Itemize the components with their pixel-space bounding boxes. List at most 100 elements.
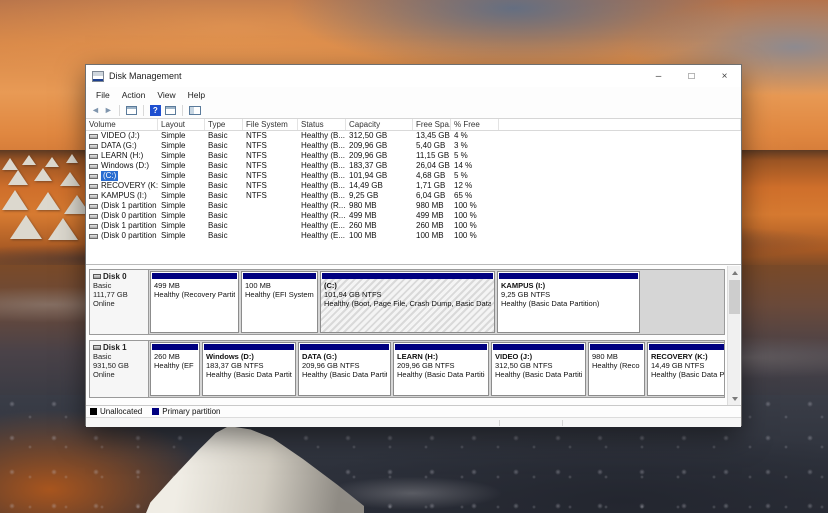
volume-row[interactable]: DATA (G:) Simple Basic NTFS Healthy (B..… (86, 141, 741, 151)
console-tree-icon[interactable] (126, 106, 137, 115)
partition-name: RECOVERY (K:) (651, 352, 724, 361)
minimize-button[interactable]: – (642, 65, 675, 87)
menu-help[interactable]: Help (182, 90, 211, 100)
volume-row[interactable]: RECOVERY (K:) Simple Basic NTFS Healthy … (86, 181, 741, 191)
title-bar[interactable]: Disk Management – □ × (86, 65, 741, 87)
volume-fs (243, 221, 298, 231)
partition-name: DATA (G:) (302, 352, 387, 361)
volume-free: 11,15 GB (413, 151, 451, 161)
scroll-down-icon[interactable] (728, 392, 741, 405)
drive-icon (89, 194, 98, 199)
volume-row[interactable]: (Disk 1 partition 7) Simple Basic Health… (86, 201, 741, 211)
legend-label: Unallocated (100, 407, 142, 416)
partition-status: Healthy (Reco (592, 361, 641, 370)
volume-type: Basic (205, 211, 243, 221)
menu-view[interactable]: View (151, 90, 181, 100)
partition-status: Healthy (Boot, Page File, Crash Dump, Ba… (324, 299, 491, 308)
partition-block[interactable]: 980 MB Healthy (Reco (588, 342, 645, 396)
volume-name: (Disk 0 partition 2) (101, 231, 158, 241)
show-hide-icon[interactable] (189, 106, 201, 115)
partition-block[interactable]: KAMPUS (I:) 9,25 GB NTFS Healthy (Basic … (497, 271, 640, 333)
salt-mound (22, 155, 36, 165)
partition-size: 499 MB (154, 281, 235, 290)
window-title: Disk Management (109, 71, 182, 81)
volume-row[interactable]: (Disk 0 partition 1) Simple Basic Health… (86, 211, 741, 221)
volume-row[interactable]: (C:) Simple Basic NTFS Healthy (B... 101… (86, 171, 741, 181)
volume-row[interactable]: Windows (D:) Simple Basic NTFS Healthy (… (86, 161, 741, 171)
volume-layout: Simple (158, 231, 205, 241)
partition-size: 312,50 GB NTFS (495, 361, 582, 370)
drive-icon (89, 184, 98, 189)
disk-icon (93, 274, 101, 279)
salt-mound (34, 168, 52, 181)
volume-status: Healthy (B... (298, 171, 346, 181)
volume-fs: NTFS (243, 161, 298, 171)
partition-block[interactable]: DATA (G:) 209,96 GB NTFS Healthy (Basic … (298, 342, 391, 396)
maximize-button[interactable]: □ (675, 65, 708, 87)
disk-1-label[interactable]: Disk 1 Basic 931,50 GB Online (89, 340, 149, 398)
volume-row[interactable]: (Disk 1 partition 1) Simple Basic Health… (86, 221, 741, 231)
column-header-status[interactable]: Status (298, 119, 346, 130)
volume-status: Healthy (B... (298, 141, 346, 151)
volume-type: Basic (205, 141, 243, 151)
volume-fs: NTFS (243, 141, 298, 151)
volume-pct-free: 5 % (451, 171, 499, 181)
partition-size: 209,96 GB NTFS (397, 361, 485, 370)
volume-pct-free: 100 % (451, 231, 499, 241)
volume-pct-free: 12 % (451, 181, 499, 191)
volume-name: (Disk 1 partition 1) (101, 221, 158, 231)
column-header-file-system[interactable]: File System (243, 119, 298, 130)
column-header-layout[interactable]: Layout (158, 119, 205, 130)
disk-0-label[interactable]: Disk 0 Basic 111,77 GB Online (89, 269, 149, 335)
unallocated-color-swatch (90, 408, 97, 415)
partition-block[interactable]: RECOVERY (K:) 14,49 GB NTFS Healthy (Bas… (647, 342, 725, 396)
partition-block[interactable]: (C:) 101,94 GB NTFS Healthy (Boot, Page … (320, 271, 495, 333)
disk-1-row: Disk 1 Basic 931,50 GB Online 260 MB Hea… (89, 340, 725, 398)
legend-unallocated: Unallocated (90, 407, 142, 416)
vertical-scrollbar[interactable] (727, 266, 740, 405)
partition-block[interactable]: Windows (D:) 183,37 GB NTFS Healthy (Bas… (202, 342, 296, 396)
volume-capacity: 14,49 GB (346, 181, 413, 191)
volume-pct-free: 65 % (451, 191, 499, 201)
volume-free: 980 MB (413, 201, 451, 211)
legend-primary-partition: Primary partition (152, 407, 220, 416)
volume-row[interactable]: KAMPUS (I:) Simple Basic NTFS Healthy (B… (86, 191, 741, 201)
drive-icon (89, 174, 98, 179)
partition-block[interactable]: 260 MB Healthy (EF (150, 342, 200, 396)
volume-name: RECOVERY (K:) (101, 181, 158, 191)
volume-row[interactable]: (Disk 0 partition 2) Simple Basic Health… (86, 231, 741, 241)
column-header-free-space[interactable]: Free Spa... (413, 119, 451, 130)
partition-block[interactable]: LEARN (H:) 209,96 GB NTFS Healthy (Basic… (393, 342, 489, 396)
back-arrow-icon[interactable]: ◄ (91, 106, 100, 115)
volume-fs: NTFS (243, 181, 298, 191)
primary-partition-color-swatch (152, 408, 159, 415)
forward-arrow-icon[interactable]: ► (104, 106, 113, 115)
volume-row[interactable]: LEARN (H:) Simple Basic NTFS Healthy (B.… (86, 151, 741, 161)
drive-icon (89, 164, 98, 169)
drive-icon (89, 154, 98, 159)
volume-table-header: Volume Layout Type File System Status Ca… (86, 119, 741, 131)
salt-mound (2, 158, 18, 170)
close-button[interactable]: × (708, 65, 741, 87)
partition-block[interactable]: VIDEO (J:) 312,50 GB NTFS Healthy (Basic… (491, 342, 586, 396)
scrollbar-thumb[interactable] (729, 280, 740, 314)
disk-status: Online (93, 299, 145, 308)
partition-block[interactable]: 499 MB Healthy (Recovery Partitio (150, 271, 239, 333)
drive-icon (89, 134, 98, 139)
partition-block[interactable]: 100 MB Healthy (EFI System (241, 271, 318, 333)
help-icon[interactable]: ? (150, 105, 161, 116)
volume-row[interactable]: VIDEO (J:) Simple Basic NTFS Healthy (B.… (86, 131, 741, 141)
properties-icon[interactable] (165, 106, 176, 115)
column-header-pct-free[interactable]: % Free (451, 119, 499, 130)
column-header-capacity[interactable]: Capacity (346, 119, 413, 130)
disk-status: Online (93, 370, 145, 379)
scroll-up-icon[interactable] (728, 266, 741, 279)
menu-file[interactable]: File (90, 90, 116, 100)
menu-action[interactable]: Action (116, 90, 152, 100)
volume-status: Healthy (B... (298, 151, 346, 161)
volume-name: (Disk 0 partition 1) (101, 211, 158, 221)
partition-name: (C:) (324, 281, 491, 290)
column-header-type[interactable]: Type (205, 119, 243, 130)
partition-status: Healthy (EFI System (245, 290, 314, 299)
column-header-volume[interactable]: Volume (86, 119, 158, 130)
